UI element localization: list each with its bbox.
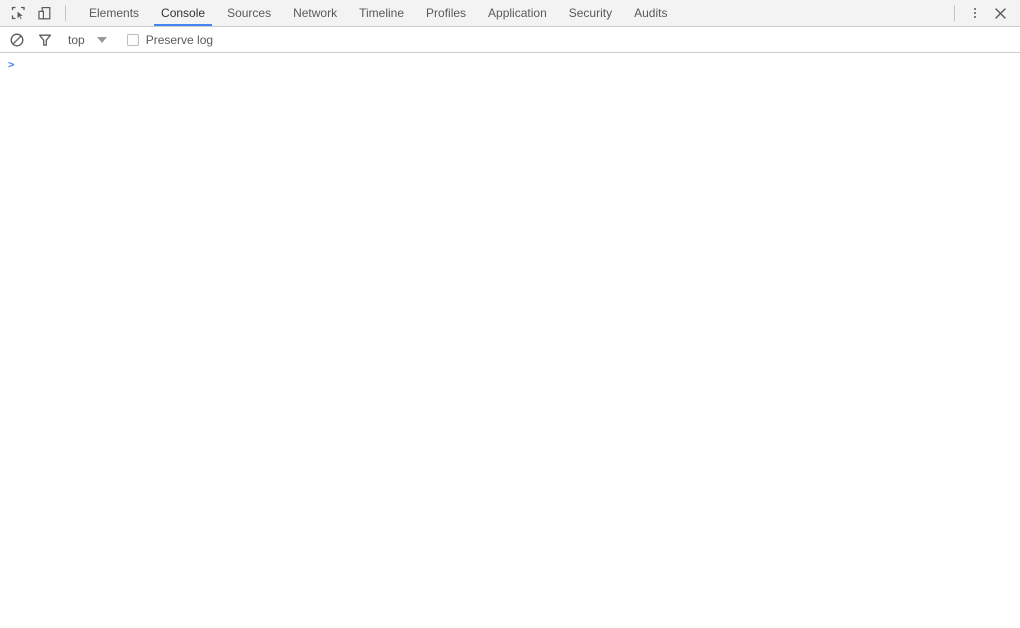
device-toolbar-icon[interactable] bbox=[31, 0, 57, 26]
console-prompt-input[interactable] bbox=[20, 59, 1020, 72]
device-toolbar-icon-svg bbox=[37, 6, 50, 19]
filter-funnel-icon[interactable] bbox=[34, 29, 56, 51]
tabbar-right-controls bbox=[946, 0, 1020, 26]
kebab-dot bbox=[974, 12, 976, 14]
filter-funnel-icon-svg bbox=[38, 34, 52, 46]
tab-audits[interactable]: Audits bbox=[623, 0, 678, 26]
tab-elements-label: Elements bbox=[89, 6, 140, 20]
tabbar-tool-icons bbox=[0, 0, 74, 26]
preserve-log-label: Preserve log bbox=[145, 32, 214, 47]
close-icon[interactable] bbox=[987, 0, 1013, 26]
tabbar-right-separator bbox=[954, 5, 955, 21]
tab-console-label: Console bbox=[161, 6, 206, 20]
execution-context-selector[interactable]: top bbox=[66, 33, 109, 47]
execution-context-value: top bbox=[68, 32, 85, 47]
kebab-menu-icon[interactable] bbox=[963, 0, 987, 26]
tab-audits-label: Audits bbox=[634, 6, 668, 20]
console-filter-bar: top Preserve log bbox=[0, 27, 1020, 53]
console-prompt-chevron-icon: > bbox=[8, 58, 15, 71]
tab-sources-label: Sources bbox=[227, 6, 272, 20]
inspect-element-icon-svg bbox=[11, 6, 25, 20]
tab-profiles-label: Profiles bbox=[426, 6, 467, 20]
tab-network-label: Network bbox=[293, 6, 338, 20]
clear-console-icon[interactable] bbox=[6, 29, 28, 51]
preserve-log-checkbox[interactable] bbox=[126, 33, 139, 46]
devtools-tabbar: Elements Console Sources Network Timelin… bbox=[0, 0, 1020, 27]
tab-application[interactable]: Application bbox=[477, 0, 558, 26]
tab-network[interactable]: Network bbox=[282, 0, 348, 26]
tab-timeline[interactable]: Timeline bbox=[348, 0, 415, 26]
devtools-tab-list: Elements Console Sources Network Timelin… bbox=[74, 0, 678, 26]
console-prompt-line[interactable]: > bbox=[0, 53, 1020, 73]
tab-profiles[interactable]: Profiles bbox=[415, 0, 477, 26]
devtools-window: Elements Console Sources Network Timelin… bbox=[0, 0, 1020, 628]
tab-console[interactable]: Console bbox=[150, 0, 216, 26]
tab-security-label: Security bbox=[568, 6, 613, 20]
kebab-dot bbox=[974, 8, 976, 10]
console-body[interactable]: > bbox=[0, 53, 1020, 628]
tab-security[interactable]: Security bbox=[558, 0, 623, 26]
tabbar-separator bbox=[65, 5, 66, 21]
tab-application-label: Application bbox=[488, 6, 547, 20]
inspect-element-icon[interactable] bbox=[5, 0, 31, 26]
tab-elements[interactable]: Elements bbox=[78, 0, 150, 26]
tab-timeline-label: Timeline bbox=[359, 6, 405, 20]
chevron-down-icon bbox=[96, 36, 107, 43]
preserve-log-toggle[interactable]: Preserve log bbox=[126, 32, 214, 47]
clear-console-icon-svg bbox=[10, 33, 24, 46]
kebab-dot bbox=[974, 16, 976, 18]
close-icon-svg bbox=[994, 7, 1006, 19]
tab-sources[interactable]: Sources bbox=[216, 0, 282, 26]
